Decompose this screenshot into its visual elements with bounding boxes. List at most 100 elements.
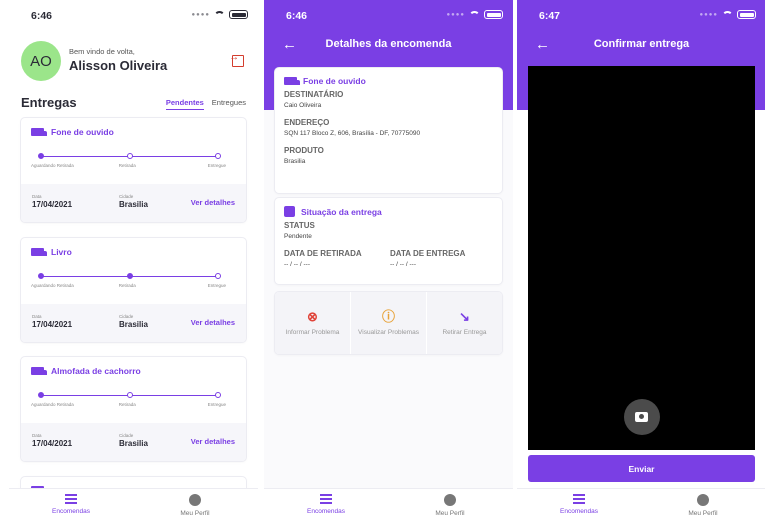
card-footer: Data 17/04/2021 Cidade Brasilia Ver detalh… xyxy=(21,304,246,342)
list-icon xyxy=(65,494,77,504)
send-button[interactable]: Enviar xyxy=(528,455,755,482)
product-label: PRODUTO xyxy=(284,146,324,155)
battery-icon xyxy=(737,10,756,19)
status-value: Pendente xyxy=(284,233,312,240)
view-details-link[interactable]: Ver detalhes xyxy=(191,198,235,207)
list-icon xyxy=(320,494,332,504)
action-bar: ⊗ Informar Problema ⓘ Visualizar Problemas… xyxy=(275,292,502,354)
arrow-icon: ↘ xyxy=(459,308,470,324)
date-label: Data xyxy=(32,194,42,199)
card-footer: Data 17/04/2021 Cidade Brasilia Ver detalh… xyxy=(21,423,246,461)
truck-icon xyxy=(284,77,300,85)
step-dot xyxy=(215,392,221,398)
city-label: Cidade xyxy=(119,314,134,319)
tab-meu-perfil[interactable]: Meu Perfil xyxy=(410,494,490,517)
user-name: Alisson Oliveira xyxy=(69,58,168,73)
truck-icon xyxy=(31,248,47,256)
date-block: Data 17/04/2021 xyxy=(32,314,72,329)
tab-meu-perfil[interactable]: Meu Perfil xyxy=(155,494,235,517)
screens-container: 6:46 ●●●● AO Bem vindo de volta, Alisson… xyxy=(0,0,765,528)
logout-icon[interactable] xyxy=(229,52,244,67)
view-problems-button[interactable]: ⓘ Visualizar Problemas xyxy=(351,292,426,354)
view-details-link[interactable]: Ver detalhes xyxy=(191,318,235,327)
tab-meu-perfil[interactable]: Meu Perfil xyxy=(663,494,743,517)
delivery-card[interactable]: Livro Aguardando Retirada Retirada Entre… xyxy=(21,238,246,342)
action-label: Informar Problema xyxy=(285,329,340,337)
city-label: Cidade xyxy=(119,194,134,199)
avatar-initials: AO xyxy=(30,52,52,70)
status-icons: ●●●● xyxy=(699,10,756,19)
report-problem-button[interactable]: ⊗ Informar Problema xyxy=(275,292,350,354)
tab-label: Meu Perfil xyxy=(688,510,718,517)
date-label: Data xyxy=(32,314,42,319)
tab-encomendas[interactable]: Encomendas xyxy=(31,494,111,515)
status-bar: 6:47 ●●●● xyxy=(517,0,765,30)
battery-icon xyxy=(484,10,503,19)
date-value: 17/04/2021 xyxy=(32,320,73,329)
wifi-icon xyxy=(469,10,480,19)
signal-icon: ●●●● xyxy=(191,11,210,18)
city-value: Brasilia xyxy=(119,320,148,329)
camera-shutter-button[interactable] xyxy=(623,399,660,435)
step-dot xyxy=(38,392,44,398)
recipient-value: Caio Oliveira xyxy=(284,102,322,109)
action-label: Retirar Entrega xyxy=(442,329,487,337)
step-label: Aguardando Retirada xyxy=(31,402,74,407)
delivery-card[interactable]: Almofada de cachorro Aguardando Retirada… xyxy=(21,357,246,461)
calendar-icon xyxy=(284,206,295,217)
city-label: Cidade xyxy=(119,433,134,438)
step-label: Aguardando Retirada xyxy=(31,163,74,168)
list-icon xyxy=(573,494,585,504)
progress-track xyxy=(38,153,221,159)
home-screen: 6:46 ●●●● AO Bem vindo de volta, Alisson… xyxy=(9,0,258,528)
tab-encomendas[interactable]: Encomendas xyxy=(286,494,366,515)
signal-icon: ●●●● xyxy=(699,11,718,18)
step-dot xyxy=(126,273,133,279)
step-label: Retirada xyxy=(118,402,136,407)
view-details-link[interactable]: Ver detalhes xyxy=(191,437,235,446)
step-label: Entregue xyxy=(207,163,226,168)
step-label: Aguardando Retirada xyxy=(31,283,74,288)
user-icon xyxy=(697,494,709,506)
step-label: Entregue xyxy=(207,283,226,288)
section-title: Entregas xyxy=(21,95,77,110)
progress-track xyxy=(38,392,221,398)
city-value: Brasilia xyxy=(119,439,148,448)
delivery-name: Almofada de cachorro xyxy=(51,366,141,376)
city-block: Cidade Brasilia xyxy=(119,433,148,448)
signal-icon: ●●●● xyxy=(446,11,465,18)
page-title: Detalhes da encomenda xyxy=(325,38,452,50)
tab-encomendas[interactable]: Encomendas xyxy=(539,494,619,515)
address-value: SQN 117 Bloco Z, 606, Brasília - DF, 707… xyxy=(284,130,421,137)
tab-label: Meu Perfil xyxy=(180,510,210,517)
tab-pendentes[interactable]: Pendentes xyxy=(165,98,204,110)
product-name: Fone de ouvido xyxy=(303,76,366,86)
delivery-date-value: -- / -- / --- xyxy=(390,261,416,268)
product-panel: Fone de ouvido DESTINATÁRIO Caio Oliveir… xyxy=(275,68,502,193)
status-bar: 6:46 ●●●● xyxy=(264,0,513,30)
date-label: Data xyxy=(32,433,42,438)
status-icons: ●●●● xyxy=(191,10,248,19)
status-time: 6:46 xyxy=(286,10,308,22)
recipient-label: DESTINATÁRIO xyxy=(284,90,344,99)
avatar[interactable]: AO xyxy=(21,41,61,81)
page-title: Confirmar entrega xyxy=(593,38,690,50)
tab-entregues[interactable]: Entregues xyxy=(212,98,246,110)
date-value: 17/04/2021 xyxy=(32,200,73,209)
x-circle-icon: ⊗ xyxy=(307,308,318,324)
status-time: 6:46 xyxy=(31,10,53,22)
product-value: Brasilia xyxy=(284,158,306,165)
status-time: 6:47 xyxy=(539,10,561,22)
bottom-tab-bar: Encomendas Meu Perfil xyxy=(9,488,258,528)
welcome-text: Bem vindo de volta, xyxy=(69,47,135,56)
user-icon xyxy=(444,494,456,506)
card-footer: Data 17/04/2021 Cidade Brasilia Ver detalh… xyxy=(21,184,246,222)
status-bar: 6:46 ●●●● xyxy=(9,0,258,30)
step-label: Entregue xyxy=(207,402,226,407)
delivery-card[interactable]: Fone de ouvido Aguardando Retirada Retir… xyxy=(21,118,246,222)
pickup-date-label: DATA DE RETIRADA xyxy=(284,249,362,258)
pickup-delivery-button[interactable]: ↘ Retirar Entrega xyxy=(427,292,502,354)
wifi-icon xyxy=(214,10,225,19)
camera-preview xyxy=(528,66,755,450)
status-label: STATUS xyxy=(284,221,315,230)
